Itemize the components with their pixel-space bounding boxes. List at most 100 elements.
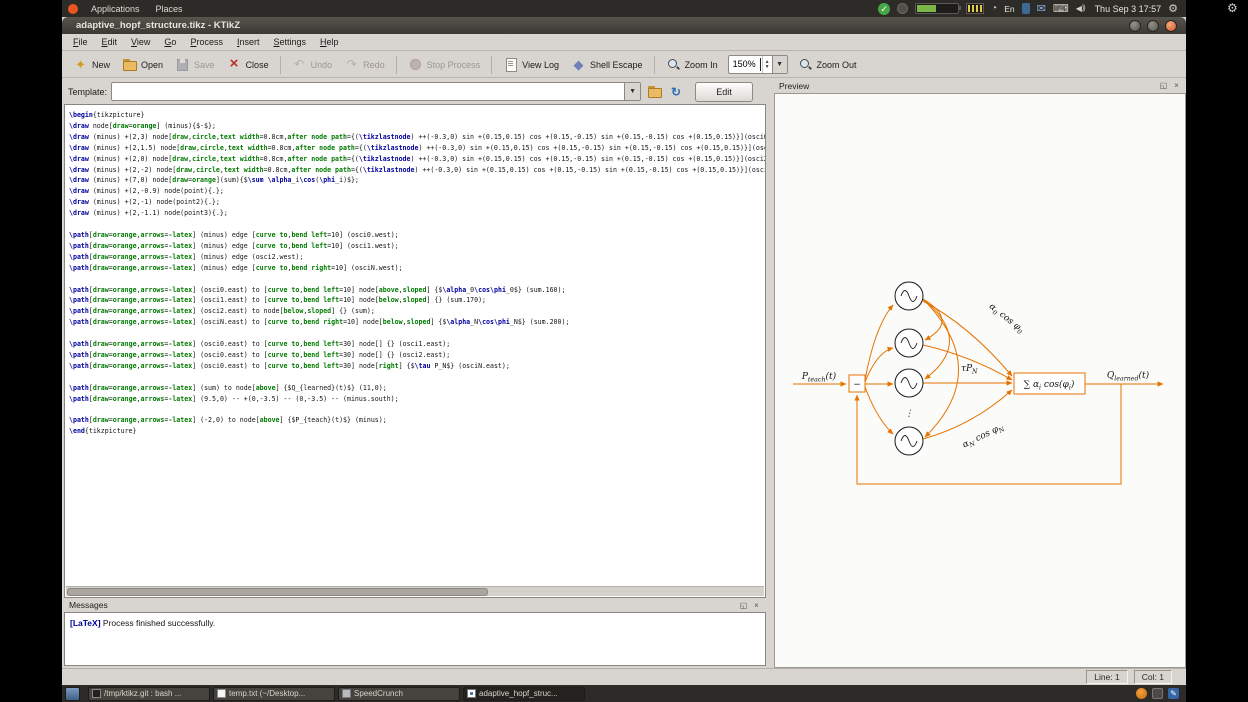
network-icon[interactable] [991,2,997,15]
panel-menu-places[interactable]: Places [148,3,191,15]
window-close-button[interactable] [1165,20,1177,32]
desktop-screen: ApplicationsPlaces ✓ En Thu Sep 3 17:57 ad… [62,0,1186,702]
view-log-button[interactable]: View Log [498,55,564,74]
code-line: \path[draw=orange,arrows=-latex] (osci2.… [69,306,765,317]
alphaN-label: αN cos φN [961,422,1006,452]
meter-icon[interactable] [966,3,984,14]
preview-title: Preview [779,81,809,91]
shell-escape-button-label: Shell Escape [590,60,643,70]
status-line-indicator: Line: 1 [1086,670,1128,684]
shell-escape-icon [571,57,586,72]
minus-label: − [853,380,861,390]
zoom-spin-buttons[interactable]: ▲▼ [762,56,772,73]
panel-menu-applications[interactable]: Applications [83,3,148,15]
menu-process[interactable]: Process [183,35,230,49]
corner-gear-icon[interactable]: ⚙ [1227,1,1238,15]
code-line: \path[draw=orange,arrows=-latex] (-2,0) … [69,415,765,426]
taskbar-window-label: temp.txt (~/Desktop... [229,689,305,698]
monitor-icon[interactable] [1152,688,1163,699]
distro-logo-icon[interactable] [68,4,78,14]
code-line: \path[draw=orange,arrows=-latex] (osci0.… [69,350,765,361]
code-line: \draw (minus) +(2,-1.1) node(point3){.}; [69,208,765,219]
zoom-in-icon [666,57,681,72]
code-line: \draw (minus) +(2,1.5) node[draw,circle,… [69,143,765,154]
stop-icon [408,57,423,72]
close-dock-icon[interactable]: × [1172,81,1181,90]
close-dock-icon[interactable]: × [752,601,761,610]
template-open-button[interactable] [645,84,663,100]
new-button[interactable]: New [68,55,115,74]
open-button[interactable]: Open [117,55,168,74]
shell-escape-button[interactable]: Shell Escape [566,55,648,74]
toolbar: NewOpenSaveClose UndoRedo Stop Process View… [62,52,1186,78]
code-line: \draw (minus) +(2,-2) node[draw,circle,t… [69,165,765,176]
template-edit-button[interactable]: Edit [695,82,753,102]
taskbar-window-button[interactable]: temp.txt (~/Desktop... [213,687,335,701]
mail-icon[interactable] [1037,2,1046,15]
taskbar-window-label: /tmp/ktikz.git : bash ... [104,689,181,698]
clock[interactable]: Thu Sep 3 17:57 [1095,4,1162,14]
code-line: \path[draw=orange,arrows=-latex] (minus)… [69,263,765,274]
float-dock-icon[interactable]: ◱ [739,601,748,610]
code-line: \draw node[draw=orange] (minus){$-$}; [69,121,765,132]
battery-icon[interactable] [915,3,959,14]
code-line [69,219,765,230]
undo-button[interactable]: Undo [287,55,338,74]
keyboard-icon[interactable] [1053,2,1069,15]
menu-view[interactable]: View [124,35,157,49]
oscillator-nodes [895,282,923,455]
window-titlebar[interactable]: adaptive_hopf_structure.tikz - KTikZ [62,17,1186,34]
close-button[interactable]: Close [222,55,274,74]
menu-insert[interactable]: Insert [230,35,267,49]
toolbar-separator [491,56,492,74]
bluetooth-icon[interactable] [1022,3,1030,14]
scrollbar-thumb[interactable] [67,588,488,596]
maximize-button[interactable] [1147,20,1159,32]
preview-pane[interactable]: − ⋮ Pteach(t) Qlearned(t) ∑ αi cos(φi) α… [774,93,1186,668]
zoom-in-button[interactable]: Zoom In [661,55,723,74]
notification-icon[interactable] [1136,688,1147,699]
session-indicator-icon[interactable] [897,3,908,14]
code-line [69,404,765,415]
taskbar-window-button[interactable]: /tmp/ktikz.git : bash ... [88,687,210,701]
code-editor[interactable]: \begin{tikzpicture}\draw node[draw=orang… [64,104,766,598]
text-file-icon [217,689,226,698]
show-desktop-icon[interactable] [65,687,80,701]
new-icon [73,57,88,72]
stop-process-button[interactable]: Stop Process [403,55,486,74]
volume-icon[interactable] [1076,2,1085,15]
save-button[interactable]: Save [170,55,220,74]
status-col-indicator: Col: 1 [1134,670,1172,684]
code-line: \path[draw=orange,arrows=-latex] (osci0.… [69,361,765,372]
messages-output: [LaTeX] Process finished successfully. [64,612,766,666]
code-line: \begin{tikzpicture} [69,110,765,121]
minimize-button[interactable] [1129,20,1141,32]
template-reload-button[interactable] [667,84,685,100]
menu-go[interactable]: Go [157,35,183,49]
updates-icon[interactable]: ✓ [878,3,890,15]
preview-dock-buttons: ◱ × [1159,81,1181,90]
zoom-level-combo[interactable]: 150%▲▼▼ [728,55,788,74]
editor-tray-icon[interactable]: ✎ [1168,688,1179,699]
taskbar-window-button[interactable]: SpeedCrunch [338,687,460,701]
menubar: FileEditViewGoProcessInsertSettingsHelp [62,34,1186,51]
template-dropdown-arrow[interactable]: ▼ [624,83,640,100]
input-label: Pteach(t) [801,371,837,384]
zoom-dropdown-arrow[interactable]: ▼ [772,56,787,73]
text-caret [760,58,761,71]
editor-horizontal-scrollbar[interactable] [66,586,764,596]
taskbar-window-button[interactable]: adaptive_hopf_struc... [463,687,585,701]
float-dock-icon[interactable]: ◱ [1159,81,1168,90]
menu-file[interactable]: File [66,35,95,49]
window-title: adaptive_hopf_structure.tikz - KTikZ [76,20,240,31]
template-combobox[interactable]: ▼ [111,82,641,101]
session-gear-icon[interactable] [1168,2,1178,15]
menu-edit[interactable]: Edit [95,35,125,49]
zoom-out-button[interactable]: Zoom Out [793,55,862,74]
redo-button[interactable]: Redo [339,55,390,74]
menu-help[interactable]: Help [313,35,346,49]
template-row: Template: ▼ Edit [62,79,768,104]
menu-settings[interactable]: Settings [267,35,314,49]
zoom-in-button-label: Zoom In [685,60,718,70]
language-indicator[interactable]: En [1004,2,1014,15]
